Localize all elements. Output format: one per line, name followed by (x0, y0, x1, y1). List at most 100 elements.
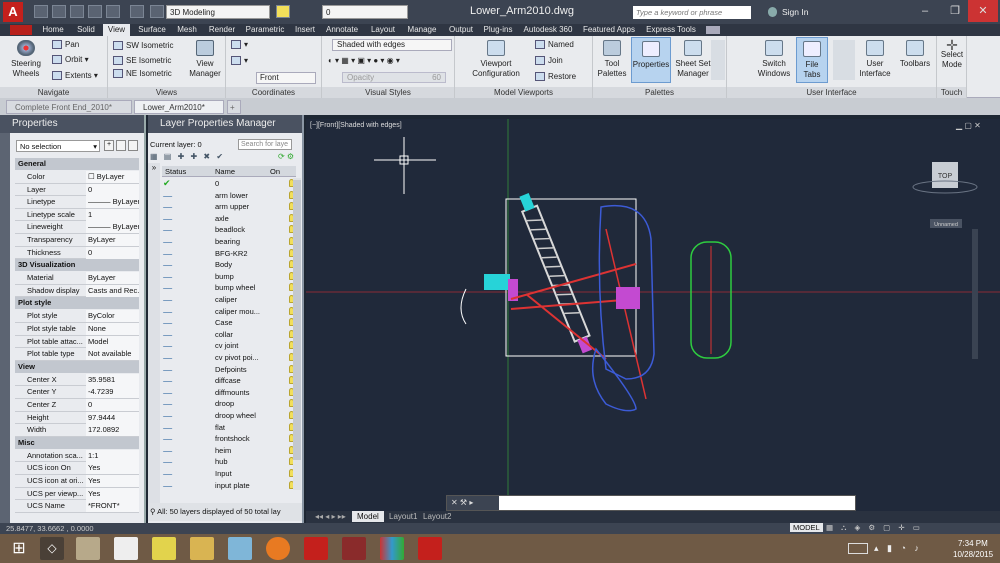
task-view-icon[interactable]: ◇ (40, 537, 64, 560)
property-row[interactable]: Thickness 0 (15, 246, 139, 260)
property-value[interactable]: *FRONT* (86, 500, 139, 513)
file-explorer-icon[interactable] (190, 537, 214, 560)
property-value[interactable]: Not available (86, 348, 139, 361)
visual-style-icons[interactable]: ◐ ▾ ▦ ▾ ▣ ▾ ● ▾ ◉ ▾ (328, 56, 452, 68)
tool-palettes-button[interactable]: Tool Palettes (596, 40, 628, 79)
redo-icon[interactable] (150, 5, 164, 18)
layer-row[interactable]: droop (162, 398, 296, 410)
property-row[interactable]: Annotation sca... 1:1 (15, 449, 139, 463)
tab-view[interactable]: View (103, 24, 130, 36)
sign-in-link[interactable]: Sign In (782, 7, 808, 17)
tab-insert[interactable]: Insert (292, 24, 318, 36)
property-row[interactable]: UCS per viewp... Yes (15, 487, 139, 501)
workspace-dropdown[interactable]: 3D Modeling (166, 5, 270, 19)
search-input[interactable]: Type a keyword or phrase (633, 6, 751, 19)
property-row[interactable]: Linetype scale 1 (15, 208, 139, 222)
properties-button[interactable]: Properties (631, 37, 671, 83)
layer-row[interactable]: flat (162, 422, 296, 434)
view-manager-button[interactable]: View Manager (186, 40, 224, 79)
property-value[interactable]: 0 (86, 399, 139, 411)
ne-isometric-button[interactable]: NE Isometric (113, 69, 172, 79)
property-section-header[interactable]: 3D Visualization (15, 259, 139, 272)
ucs-world-icon[interactable]: ▾ (231, 56, 248, 66)
tab-layout[interactable]: Layout (367, 24, 399, 36)
property-row[interactable]: Layer 0 (15, 183, 139, 197)
property-row[interactable]: Plot style table None (15, 323, 139, 336)
ui-small-icons[interactable] (833, 40, 855, 80)
col-name[interactable]: Name (215, 166, 235, 177)
property-value[interactable]: Yes (86, 487, 139, 500)
tab-layout2[interactable]: Layout2 (418, 511, 456, 522)
tab-home[interactable]: Home (38, 24, 68, 36)
property-section-header[interactable]: Plot style (15, 297, 139, 310)
layer-row[interactable]: diffcase (162, 375, 296, 387)
col-on[interactable]: On (270, 166, 280, 177)
taskbar-app-icon[interactable] (76, 537, 100, 560)
tab-layout1[interactable]: Layout1 (384, 511, 422, 522)
tab-render[interactable]: Render (205, 24, 239, 36)
coordinates-readout[interactable]: 25.8477, 33.6662 , 0.0000 (6, 524, 94, 533)
autocad-taskbar-icon-2[interactable] (418, 537, 442, 560)
tab-autodesk360[interactable]: Autodesk 360 (521, 24, 575, 36)
taskbar-app-icon-3[interactable] (228, 537, 252, 560)
ucs-view-dropdown[interactable]: Front (256, 72, 316, 84)
properties-titlebar-strip[interactable] (0, 133, 10, 523)
refresh-icon[interactable]: ⟳ ⚙ (278, 152, 300, 162)
property-row[interactable]: Plot table attac... Model (15, 335, 139, 349)
tab-express-tools[interactable]: Express Tools (643, 24, 699, 36)
layer-dropdown[interactable]: 0 (322, 5, 408, 19)
extents-button[interactable]: Extents ▾ (52, 71, 98, 81)
property-row[interactable]: Material ByLayer (15, 272, 139, 285)
layer-bulb-icon[interactable] (276, 5, 290, 18)
status-tray-icons[interactable]: ▦ ⛬ ◈ ⚙ ▢ ✛ ▭ (826, 523, 923, 533)
visual-style-dropdown[interactable]: Shaded with edges (332, 39, 452, 51)
property-section-header[interactable]: View (15, 360, 139, 373)
doc-tab-complete-front-end[interactable]: Complete Front End_2010* (6, 100, 132, 114)
layer-row[interactable]: Input (162, 468, 296, 480)
sw-isometric-button[interactable]: SW Isometric (113, 41, 174, 51)
keyboard-icon[interactable] (848, 543, 868, 554)
layer-row[interactable]: caliper mou... (162, 306, 296, 318)
property-value[interactable]: 35.9581 (86, 373, 139, 386)
property-value[interactable]: ☐ ByLayer (86, 171, 139, 183)
tab-surface[interactable]: Surface (134, 24, 170, 36)
restore-button[interactable]: Restore (535, 72, 576, 82)
toolbars-button[interactable]: Toolbars (897, 40, 933, 69)
property-row[interactable]: UCS icon On Yes (15, 462, 139, 475)
property-row[interactable]: Center Z0 (15, 399, 139, 412)
ribbon-options-icon[interactable] (706, 26, 720, 34)
layer-search-input[interactable]: Search for laye (238, 139, 292, 150)
layer-row[interactable]: beadlock (162, 224, 296, 236)
property-value[interactable]: ByLayer (86, 234, 139, 246)
property-value[interactable]: ByColor (86, 310, 139, 323)
layer-row[interactable]: hub (162, 456, 296, 468)
property-value[interactable]: Model (86, 335, 139, 348)
file-tabs-button[interactable]: File Tabs (796, 37, 828, 83)
switch-windows-button[interactable]: Switch Windows (757, 40, 791, 79)
steering-wheels-button[interactable]: Steering Wheels (6, 40, 46, 79)
property-row[interactable]: Color ☐ ByLayer (15, 171, 139, 184)
property-section-header[interactable]: General (15, 158, 139, 170)
pan-button[interactable]: Pan (52, 40, 79, 50)
taskbar-app-icon-4[interactable] (342, 537, 366, 560)
firefox-icon[interactable] (266, 537, 290, 560)
property-value[interactable]: 172.0892 (86, 424, 139, 437)
toggle-pickadd-icon[interactable]: + (104, 140, 114, 151)
layer-scrollbar[interactable] (293, 178, 301, 490)
property-value[interactable]: Yes (86, 462, 139, 475)
viewport-configuration-button[interactable]: Viewport Configuration (465, 40, 527, 79)
property-row[interactable]: UCS Name *FRONT* (15, 500, 139, 513)
sheet-set-manager-button[interactable]: Sheet Set Manager (675, 40, 711, 79)
autocad-taskbar-icon[interactable] (304, 537, 328, 560)
drawing-canvas[interactable]: [−][Front][Shaded with edges] ▁ ▢ ✕ TOP … (306, 119, 1000, 523)
system-tray-icons[interactable]: ▴ ▮ ◔ ♪ (874, 543, 922, 554)
command-line-tools[interactable]: ✕ ⚒ ▸ (447, 496, 499, 510)
palette-small-icons[interactable] (711, 40, 725, 80)
property-value[interactable]: ——— ByLayer (86, 221, 139, 234)
app-menu-icon[interactable] (10, 25, 32, 35)
maximize-icon[interactable]: ❐ (940, 0, 970, 22)
property-value[interactable]: None (86, 323, 139, 335)
quick-select-icon[interactable] (128, 140, 138, 151)
property-value[interactable]: 1:1 (86, 449, 139, 462)
layer-row[interactable]: caliper (162, 294, 296, 306)
